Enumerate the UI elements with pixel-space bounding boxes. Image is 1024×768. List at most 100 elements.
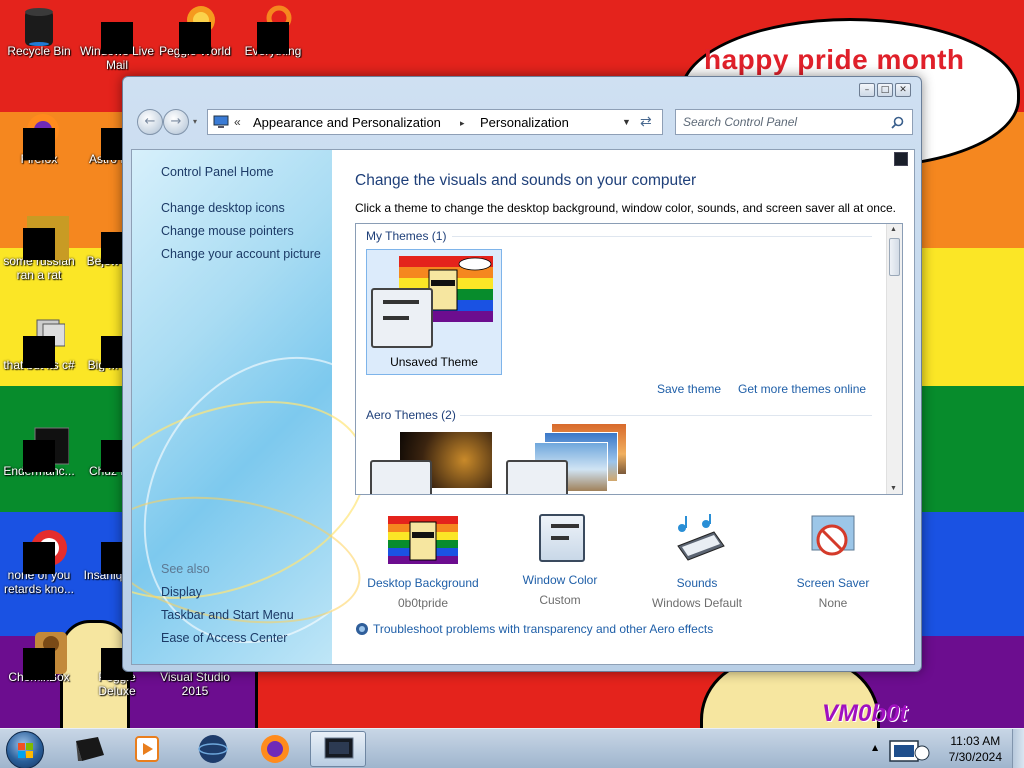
clock-date: 7/30/2024: [948, 750, 1002, 764]
theme-window-preview: [506, 460, 568, 494]
change-desktop-icons-link[interactable]: Change desktop icons: [161, 201, 285, 215]
taskbar-app-media-player[interactable]: [122, 731, 172, 767]
speech-bubble-text: happy pride month: [704, 44, 965, 75]
forward-button[interactable]: →: [163, 109, 189, 135]
desktop-background-option[interactable]: Desktop Background 0b0tpride: [348, 514, 498, 615]
screen-saver-label[interactable]: Screen Saver: [758, 575, 908, 591]
firefox-icon: [21, 112, 59, 160]
sounds-option[interactable]: Sounds Windows Default: [622, 514, 772, 615]
system-clock[interactable]: 11:03 AM 7/30/2024: [949, 733, 1002, 765]
taskbar-app-internet-explorer[interactable]: [188, 731, 238, 767]
control-panel-home-link[interactable]: Control Panel Home: [161, 165, 274, 179]
window-color-option[interactable]: Window Color Custom: [485, 514, 635, 612]
help-icon[interactable]: [894, 152, 908, 166]
peggle-icon: [177, 4, 215, 54]
task-pane: Control Panel Home Change desktop icons …: [132, 150, 451, 664]
breadcrumb-overflow[interactable]: «: [234, 115, 241, 129]
screen-saver-option[interactable]: Screen Saver None: [758, 514, 908, 615]
scrollbar-thumb[interactable]: [889, 238, 900, 276]
theme-list: My Themes (1) Unsaved Theme Save theme G…: [355, 223, 903, 495]
taskbar-app-file-manager[interactable]: [64, 731, 114, 767]
main-pane: Change the visuals and sounds on your co…: [332, 150, 914, 664]
screen-saver-value: None: [818, 596, 848, 610]
see-also-heading: See also: [161, 562, 210, 576]
breadcrumb-personalization[interactable]: Personalization: [480, 115, 569, 130]
desktop-icon-recycle-bin[interactable]: Recycle Bin: [0, 4, 78, 58]
sounds-icon: [677, 514, 725, 561]
breadcrumb-appearance-and-personalization[interactable]: Appearance and Personalization: [253, 115, 441, 130]
get-more-themes-link[interactable]: Get more themes online: [738, 382, 866, 396]
search-input[interactable]: Search Control Panel: [683, 115, 797, 129]
change-mouse-pointers-link[interactable]: Change mouse pointers: [161, 224, 294, 238]
display-link[interactable]: Display: [161, 585, 202, 599]
aero-theme-tile-2[interactable]: [506, 424, 636, 494]
taskbar-app-control-panel[interactable]: [310, 731, 366, 767]
taskbar: ▲ 11:03 AM 7/30/2024: [0, 728, 1024, 768]
desktop-icon-none-of-you[interactable]: none of you retards kno...: [0, 528, 78, 596]
scroll-down-icon[interactable]: ▼: [890, 485, 897, 492]
aero-theme-tile-1[interactable]: [370, 432, 500, 494]
show-desktop-button[interactable]: [1012, 729, 1024, 768]
refresh-icon[interactable]: ⇄: [640, 113, 652, 130]
recent-pages-chevron-icon[interactable]: ▾: [193, 117, 197, 126]
theme-list-scrollbar[interactable]: ▲ ▼: [886, 224, 902, 494]
black-box-icon: [76, 737, 104, 761]
maximize-button[interactable]: □: [877, 83, 893, 97]
desktop-background-label[interactable]: Desktop Background: [348, 575, 498, 591]
control-panel-window-icon: [324, 737, 354, 759]
theme-window-preview: [370, 460, 432, 494]
firefox-icon: [261, 735, 289, 763]
unsaved-theme-tile[interactable]: Unsaved Theme: [366, 249, 502, 375]
back-arrow-icon: ←: [144, 114, 156, 129]
aero-themes-heading: Aero Themes (2): [366, 408, 456, 422]
search-icon[interactable]: [891, 116, 904, 129]
window-color-label[interactable]: Window Color: [485, 572, 635, 588]
minimize-button[interactable]: –: [859, 83, 875, 97]
save-theme-link[interactable]: Save theme: [657, 382, 721, 396]
navigation-bar: ← → ▾ « Appearance and Personalization ▸…: [135, 107, 913, 137]
window-content: Control Panel Home Change desktop icons …: [131, 149, 915, 665]
desktop-icon-chomikbox[interactable]: ChomikBox: [0, 630, 78, 684]
breadcrumb-separator[interactable]: ▸: [460, 118, 465, 129]
unsaved-theme-label: Unsaved Theme: [390, 355, 478, 369]
start-button[interactable]: [6, 731, 44, 768]
window-color-icon: [525, 514, 595, 566]
control-panel-icon: [213, 115, 229, 128]
desktop-icon-that-but-csharp[interactable]: that but its c#: [0, 318, 78, 372]
media-player-icon: [135, 736, 159, 762]
window-icon: [21, 424, 70, 472]
network-icon: [889, 740, 930, 762]
watermark-text: VM0b0t: [822, 700, 908, 727]
theme-window-preview: [371, 288, 433, 348]
desktop-icon-firefox[interactable]: Firefox: [0, 112, 78, 166]
desktop-icon-endermanch[interactable]: Endermanc...: [0, 424, 78, 478]
show-hidden-icons-button[interactable]: ▲: [872, 743, 878, 752]
forward-arrow-icon: →: [170, 114, 182, 129]
search-box[interactable]: Search Control Panel: [675, 109, 913, 135]
tray-network-icon[interactable]: [886, 733, 934, 765]
window-controls: – □ ✕: [859, 83, 911, 97]
desktop-icon-windows-live-mail[interactable]: Windows Live Mail: [78, 4, 156, 72]
desktop-icon-russian-rat[interactable]: some russian ran a rat: [0, 214, 78, 282]
scroll-up-icon[interactable]: ▲: [890, 226, 897, 233]
troubleshoot-link[interactable]: Troubleshoot problems with transparency …: [355, 622, 713, 636]
troubleshoot-icon: [356, 623, 368, 635]
troubleshoot-link-text[interactable]: Troubleshoot problems with transparency …: [373, 622, 713, 636]
sounds-label[interactable]: Sounds: [622, 575, 772, 591]
window-color-value: Custom: [539, 593, 581, 607]
taskbar-and-start-menu-link[interactable]: Taskbar and Start Menu: [161, 608, 294, 622]
app-icon: [21, 214, 69, 260]
my-themes-heading: My Themes (1): [366, 229, 447, 243]
chomikbox-icon: [21, 630, 67, 680]
close-button[interactable]: ✕: [895, 83, 911, 97]
change-account-picture-link[interactable]: Change your account picture: [161, 247, 321, 261]
back-button[interactable]: ←: [137, 109, 163, 135]
address-bar[interactable]: « Appearance and Personalization ▸ Perso…: [207, 109, 663, 135]
sounds-value: Windows Default: [651, 596, 743, 610]
desktop-icon-everything[interactable]: Everything: [234, 4, 312, 58]
screen-saver-icon: [811, 515, 855, 556]
address-dropdown-chevron-icon[interactable]: ▼: [622, 117, 631, 127]
taskbar-app-firefox[interactable]: [250, 731, 300, 767]
ease-of-access-center-link[interactable]: Ease of Access Center: [161, 631, 287, 645]
desktop-icon-peggle-world[interactable]: Peggle World: [156, 4, 234, 58]
